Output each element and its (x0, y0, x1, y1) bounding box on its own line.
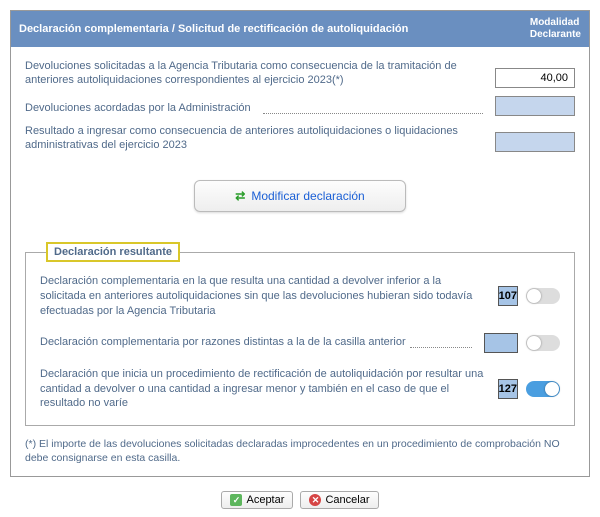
input-devol-acordadas (495, 96, 575, 116)
label-resultado-ingresar: Resultado a ingresar como consecuencia d… (25, 124, 487, 153)
content-area: Devoluciones solicitadas a la Agencia Tr… (11, 47, 589, 476)
page: Declaración complementaria / Solicitud d… (0, 0, 600, 517)
footnote: (*) El importe de las devoluciones solic… (25, 438, 575, 465)
form-panel: Declaración complementaria / Solicitud d… (10, 10, 590, 477)
cancel-label: Cancelar (325, 494, 369, 506)
option-row-107: Declaración complementaria en la que res… (40, 274, 560, 319)
cancel-icon: ✕ (309, 494, 321, 506)
option-text-other: Declaración complementaria por razones d… (40, 335, 406, 350)
resultante-legend: Declaración resultante (46, 242, 180, 262)
label-devol-acordadas: Devoluciones acordadas por la Administra… (25, 101, 251, 115)
option-row-127: Declaración que inicia un procedimiento … (40, 367, 560, 412)
modality-line1: Modalidad (530, 17, 579, 28)
option-text-127: Declaración que inicia un procedimiento … (40, 367, 490, 412)
check-icon: ✓ (230, 494, 242, 506)
refresh-icon: ⇄ (235, 189, 245, 203)
cancel-button[interactable]: ✕ Cancelar (300, 491, 378, 509)
option-text-107: Declaración complementaria en la que res… (40, 274, 490, 319)
input-devol-solicitadas[interactable] (495, 68, 575, 88)
input-resultado-ingresar (495, 132, 575, 152)
dotted-fill (263, 104, 483, 114)
row-resultado-ingresar: Resultado a ingresar como consecuencia d… (25, 124, 575, 153)
row-devol-solicitadas: Devoluciones solicitadas a la Agencia Tr… (25, 59, 575, 88)
header-title: Declaración complementaria / Solicitud d… (19, 23, 408, 35)
header-modality: Modalidad Declarante (530, 17, 581, 41)
action-bar: ✓ Aceptar ✕ Cancelar (0, 491, 600, 509)
modify-button-label: Modificar declaración (251, 189, 364, 203)
toggle-127[interactable] (526, 381, 560, 397)
header-bar: Declaración complementaria / Solicitud d… (11, 11, 589, 47)
casilla-127: 127 (498, 379, 518, 399)
option-row-other: Declaración complementaria por razones d… (40, 333, 560, 353)
accept-button[interactable]: ✓ Aceptar (221, 491, 293, 509)
dotted-fill-other (410, 338, 472, 348)
toggle-107[interactable] (526, 288, 560, 304)
modify-declaration-button[interactable]: ⇄ Modificar declaración (194, 180, 405, 212)
casilla-107: 107 (498, 286, 518, 306)
accept-label: Aceptar (246, 494, 284, 506)
casilla-blank (484, 333, 518, 353)
toggle-other[interactable] (526, 335, 560, 351)
label-devol-solicitadas: Devoluciones solicitadas a la Agencia Tr… (25, 59, 487, 88)
row-devol-acordadas: Devoluciones acordadas por la Administra… (25, 96, 575, 116)
modality-line2: Declarante (530, 29, 581, 40)
declaracion-resultante-fieldset: Declaración resultante Declaración compl… (25, 242, 575, 426)
